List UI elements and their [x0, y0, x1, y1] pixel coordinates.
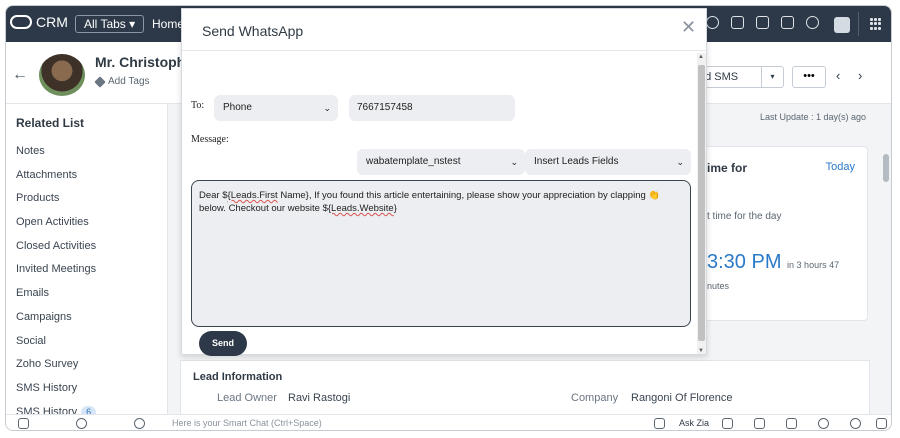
- add-tags-label: Add Tags: [108, 76, 150, 87]
- window-icon[interactable]: [756, 16, 769, 29]
- lead-info-title: Lead Information: [193, 371, 283, 383]
- lead-information-section: Lead Information Lead Owner Ravi Rastogi…: [180, 360, 870, 420]
- related-item-attachments[interactable]: Attachments: [16, 164, 96, 188]
- crm-logo-icon: [10, 15, 32, 29]
- chevron-down-icon: ⌄: [323, 103, 331, 113]
- time-relative: in 3 hours 47: [787, 260, 840, 270]
- history-icon[interactable]: [850, 418, 861, 429]
- message-text: below. Checkout our website $: [199, 203, 328, 214]
- recipient-type-value: Phone: [223, 102, 252, 113]
- page-scrollbar[interactable]: [882, 146, 890, 416]
- nav-divider: [858, 12, 859, 36]
- chats-icon[interactable]: [18, 418, 29, 429]
- merge-field-website: {Leads.Website: [327, 203, 394, 214]
- message-label: Message:: [191, 134, 229, 145]
- home-tab[interactable]: Home: [152, 17, 184, 31]
- card-minutes: nutes: [707, 281, 730, 291]
- alarm-icon[interactable]: [818, 418, 829, 429]
- message-text: }: [393, 203, 397, 214]
- related-item-open-activities[interactable]: Open Activities: [16, 211, 96, 235]
- related-list: Notes Attachments Products Open Activiti…: [16, 140, 97, 424]
- chevron-right-icon[interactable]: ›: [858, 68, 862, 83]
- marketplace-icon[interactable]: [781, 16, 794, 29]
- card-heading: ime for: [707, 161, 748, 175]
- recipient-type-select[interactable]: Phone ⌄: [214, 95, 338, 121]
- ask-zia-button[interactable]: Ask Zia: [679, 418, 709, 428]
- time-value: 3:30 PM: [707, 251, 782, 273]
- dialog-title: Send WhatsApp: [202, 23, 304, 39]
- apps-grid-icon[interactable]: [870, 18, 882, 30]
- browser-frame: CRM All Tabs ▾ Home ← Mr. Christophe Add…: [5, 5, 892, 431]
- scroll-up-icon[interactable]: ▲: [698, 54, 704, 60]
- add-tags-link[interactable]: Add Tags: [94, 75, 150, 88]
- related-item-products[interactable]: Products: [16, 187, 96, 211]
- crm-logo[interactable]: CRM: [10, 14, 68, 30]
- related-item-invited-meetings[interactable]: Invited Meetings: [16, 258, 96, 282]
- send-button[interactable]: Send: [199, 331, 247, 356]
- related-item-zoho-survey[interactable]: Zoho Survey: [16, 353, 96, 377]
- zia-icon[interactable]: [722, 418, 733, 429]
- chevron-down-icon[interactable]: ▾: [761, 67, 783, 87]
- to-label: To:: [191, 100, 205, 111]
- bottom-bar: Here is your Smart Chat (Ctrl+Space) Ask…: [6, 414, 891, 430]
- template-select[interactable]: wabatemplate_nstest ⌄: [357, 149, 525, 175]
- gear-icon[interactable]: [806, 16, 819, 29]
- phone-icon[interactable]: [754, 418, 765, 429]
- related-item-campaigns[interactable]: Campaigns: [16, 306, 96, 330]
- chevron-down-icon: ⌄: [510, 157, 518, 167]
- today-link[interactable]: Today: [826, 161, 855, 173]
- dialog-header: Send WhatsApp ✕: [182, 9, 708, 51]
- phone-number-input[interactable]: 7667157458: [349, 95, 515, 121]
- all-tabs-button[interactable]: All Tabs ▾: [75, 15, 145, 33]
- related-item-notes[interactable]: Notes: [16, 140, 96, 164]
- activity-card: ime for Today t time for the day 3:30 PM…: [696, 146, 868, 321]
- send-whatsapp-dialog: Send WhatsApp ✕ To: Phone ⌄ 7667157458 M…: [181, 8, 708, 356]
- related-list-title: Related List: [16, 116, 85, 130]
- scrollbar-thumb[interactable]: [698, 65, 705, 341]
- channels-icon[interactable]: [76, 418, 87, 429]
- related-item-emails[interactable]: Emails: [16, 282, 96, 306]
- scroll-down-icon[interactable]: ▼: [698, 348, 704, 354]
- megaphone-icon[interactable]: [654, 418, 665, 429]
- card-subtitle: t time for the day: [707, 211, 782, 222]
- insert-fields-select[interactable]: Insert Leads Fields ⌄: [525, 149, 691, 175]
- dialog-scrollbar[interactable]: ▲ ▼: [697, 53, 706, 354]
- merge-field-first-name: {Leads.First: [227, 190, 278, 201]
- chevron-down-icon: ⌄: [676, 157, 684, 167]
- smart-chat-input[interactable]: Here is your Smart Chat (Ctrl+Space): [172, 418, 322, 428]
- user-avatar[interactable]: [834, 17, 850, 33]
- chevron-left-icon[interactable]: ‹: [836, 68, 840, 83]
- message-text: Name}, If you found this article enterta…: [277, 190, 649, 201]
- company-label: Company: [571, 392, 619, 404]
- trash-icon[interactable]: [876, 418, 887, 429]
- more-options-button[interactable]: •••: [792, 66, 826, 88]
- clap-emoji: 👏: [648, 190, 661, 201]
- tag-icon: [94, 75, 106, 88]
- scrollbar-thumb[interactable]: [883, 154, 889, 182]
- card-time: 3:30 PM in 3 hours 47: [707, 251, 839, 274]
- nav-icon-group: [706, 16, 819, 29]
- record-avatar: [39, 54, 85, 96]
- company-value[interactable]: Rangoni Of Florence: [631, 392, 733, 404]
- lead-owner-label: Lead Owner: [217, 392, 277, 404]
- contacts-icon[interactable]: [134, 418, 145, 429]
- lead-owner-value[interactable]: Ravi Rastogi: [288, 392, 350, 404]
- related-item-sms-history[interactable]: SMS History: [16, 377, 96, 401]
- message-textarea[interactable]: Dear ${Leads.First Name}, If you found t…: [191, 180, 691, 327]
- calendar-add-icon[interactable]: [731, 16, 744, 29]
- close-icon[interactable]: ✕: [681, 17, 696, 37]
- related-list-panel: Related List Notes Attachments Products …: [6, 104, 168, 419]
- template-value: wabatemplate_nstest: [366, 156, 461, 167]
- last-update-text: Last Update : 1 day(s) ago: [759, 112, 866, 122]
- back-arrow-icon[interactable]: ←: [12, 66, 28, 84]
- app-name: CRM: [36, 14, 68, 30]
- translate-icon[interactable]: [786, 418, 797, 429]
- record-name: Mr. Christophe: [95, 54, 194, 70]
- message-text: Dear $: [199, 190, 228, 201]
- related-item-social[interactable]: Social: [16, 330, 96, 354]
- insert-fields-value: Insert Leads Fields: [534, 156, 619, 167]
- related-item-closed-activities[interactable]: Closed Activities: [16, 235, 96, 259]
